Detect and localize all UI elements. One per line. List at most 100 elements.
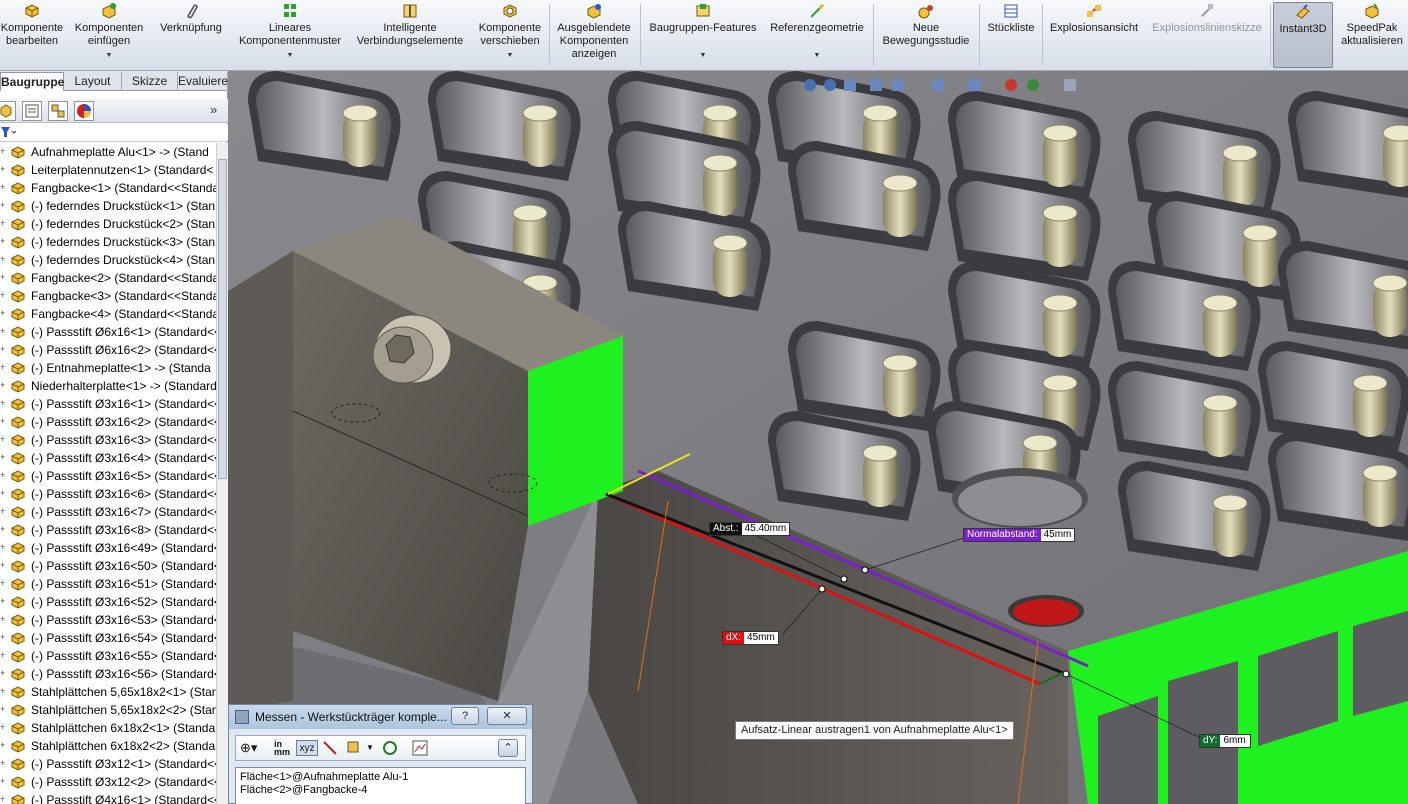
expand-icon[interactable]: + [0, 309, 7, 318]
tree-item[interactable]: + (-) Passstift Ø3x16<7> (Standard<< [0, 503, 216, 521]
tree-item[interactable]: + Stahlplättchen 5,65x18x2<2> (Stan [0, 701, 216, 719]
help-button[interactable]: ? [451, 707, 479, 725]
assembly-features-button[interactable]: Baugruppen-Features ▼ [644, 2, 762, 68]
history-icon[interactable] [382, 740, 398, 756]
tree-scrollbar[interactable] [216, 143, 228, 804]
exploded-view-button[interactable]: Explosionsansicht [1044, 2, 1144, 68]
tree-item[interactable]: + (-) Passstift Ø3x16<6> (Standard<< [0, 485, 216, 503]
expand-icon[interactable]: + [0, 525, 7, 534]
tree-item[interactable]: + Fangbacke<2> (Standard<<Standa [0, 269, 216, 287]
expand-icon[interactable]: + [0, 597, 7, 606]
scene-icon[interactable] [1027, 79, 1039, 91]
move-component-button[interactable]: Komponente verschieben ▼ [474, 2, 546, 68]
expand-icon[interactable]: + [0, 381, 7, 390]
tree-item[interactable]: + Aufnahmeplatte Alu<1> -> (Stand [0, 143, 216, 161]
expand-icon[interactable]: + [0, 669, 7, 678]
tree-filter[interactable] [0, 124, 228, 142]
hide-show-icon[interactable] [968, 79, 980, 91]
tree-item[interactable]: + Leiterplatennutzen<1> (Standard< [0, 161, 216, 179]
expand-icon[interactable]: + [0, 507, 7, 516]
tree-item[interactable]: + (-) Passstift Ø3x16<54> (Standard< [0, 629, 216, 647]
expand-icon[interactable]: + [0, 273, 7, 282]
tree-item[interactable]: + (-) Passstift Ø4x16<1> (Standard<< [0, 791, 216, 804]
expand-icon[interactable]: + [0, 291, 7, 300]
property-manager-tab[interactable] [22, 101, 42, 121]
tab-layout[interactable]: Layout [64, 72, 122, 91]
arc-circle-options-icon[interactable]: ⊕▾ [240, 740, 257, 756]
tab-skizze[interactable]: Skizze [122, 72, 178, 91]
display-manager-tab[interactable] [74, 101, 94, 121]
tree-item[interactable]: + (-) Passstift Ø3x16<8> (Standard<< [0, 521, 216, 539]
tree-item[interactable]: + (-) Passstift Ø3x16<2> (Standard<< [0, 413, 216, 431]
expand-icon[interactable]: + [0, 759, 7, 768]
tree-item[interactable]: + (-) Passstift Ø3x16<53> (Standard< [0, 611, 216, 629]
tree-item[interactable]: + (-) federndes Druckstück<4> (Stan [0, 251, 216, 269]
point-to-point-icon[interactable] [322, 740, 338, 756]
edit-component-button[interactable]: Komponente bearbeiten [0, 2, 64, 68]
sensor-chart-icon[interactable] [412, 740, 428, 756]
previous-view-icon[interactable] [844, 79, 856, 91]
tree-item[interactable]: + (-) Passstift Ø3x16<56> (Standard< [0, 665, 216, 683]
expand-icon[interactable]: + [0, 147, 7, 156]
measure-point[interactable] [818, 585, 826, 593]
tab-baugruppe[interactable]: Baugruppe [0, 72, 64, 91]
expand-icon[interactable]: + [0, 777, 7, 786]
tree-item[interactable]: + (-) Passstift Ø6x16<1> (Standard<< [0, 323, 216, 341]
measure-point[interactable] [1062, 670, 1070, 678]
expand-icon[interactable]: + [0, 219, 7, 228]
view-orientation-icon[interactable] [892, 79, 904, 91]
speedpak-update-button[interactable]: SpeedPak aktualisieren [1336, 2, 1408, 68]
tree-item[interactable]: + (-) federndes Druckstück<1> (Stan [0, 197, 216, 215]
expand-icon[interactable]: + [0, 651, 7, 660]
display-style-icon[interactable] [932, 79, 944, 91]
new-motion-study-button[interactable]: Neue Bewegungsstudie [876, 2, 976, 68]
expand-icon[interactable]: + [0, 705, 7, 714]
expand-icon[interactable]: + [0, 633, 7, 642]
expand-icon[interactable]: + [0, 363, 7, 372]
chevron-down-icon[interactable]: ▼ [700, 49, 707, 62]
expand-icon[interactable]: + [0, 417, 7, 426]
tree-item[interactable]: + (-) Passstift Ø3x16<55> (Standard< [0, 647, 216, 665]
chevron-down-icon[interactable]: ▼ [106, 49, 113, 62]
filter-icon[interactable] [0, 125, 18, 141]
tree-item[interactable]: + Stahlplättchen 6x18x2<1> (Standar [0, 719, 216, 737]
chevron-down-icon[interactable]: ▼ [814, 49, 821, 62]
expand-icon[interactable]: + [0, 345, 7, 354]
units-precision-button[interactable]: in mm [274, 740, 290, 757]
tree-item[interactable]: + Stahlplättchen 6x18x2<2> (Standar [0, 737, 216, 755]
chevron-down-icon[interactable]: ▼ [287, 49, 294, 62]
chevron-down-icon[interactable]: ▼ [366, 740, 374, 756]
tree-item[interactable]: + (-) Passstift Ø3x16<3> (Standard<< [0, 431, 216, 449]
linear-pattern-button[interactable]: Lineares Komponentenmuster ▼ [234, 2, 346, 68]
expand-icon[interactable]: + [0, 687, 7, 696]
scrollbar-thumb[interactable] [218, 159, 227, 479]
view-settings-icon[interactable] [1064, 79, 1076, 91]
tree-item[interactable]: + (-) Passstift Ø3x12<2> (Standard<< [0, 773, 216, 791]
show-hidden-components-button[interactable]: Ausgeblendete Komponenten anzeigen [552, 2, 636, 68]
expand-icon[interactable]: + [0, 183, 7, 192]
smart-fasteners-button[interactable]: Intelligente Verbindungselemente [350, 2, 470, 68]
tree-item[interactable]: + (-) Passstift Ø3x12<1> (Standard<< [0, 755, 216, 773]
expand-icon[interactable]: + [0, 165, 7, 174]
expand-icon[interactable]: + [0, 237, 7, 246]
expand-icon[interactable]: + [0, 471, 7, 480]
expand-icon[interactable]: + [0, 255, 7, 264]
configuration-manager-tab[interactable] [48, 101, 68, 121]
zoom-area-icon[interactable] [824, 79, 836, 91]
expand-more-icon[interactable]: » [210, 102, 217, 117]
tree-item[interactable]: + (-) Passstift Ø6x16<2> (Standard<< [0, 341, 216, 359]
expand-icon[interactable]: + [0, 543, 7, 552]
tree-item[interactable]: + Fangbacke<1> (Standard<<Standa [0, 179, 216, 197]
tree-item[interactable]: + (-) Entnahmeplatte<1> -> (Standa [0, 359, 216, 377]
expand-icon[interactable]: + [0, 399, 7, 408]
measure-point[interactable] [840, 575, 848, 583]
measure-title-bar[interactable]: Messen - Werkstückträger komple... ? ✕ [229, 705, 532, 729]
expand-icon[interactable]: + [0, 615, 7, 624]
expand-icon[interactable]: + [0, 579, 7, 588]
tree-item[interactable]: + (-) Passstift Ø3x16<49> (Standard< [0, 539, 216, 557]
tree-item[interactable]: + Fangbacke<3> (Standard<<Standa [0, 287, 216, 305]
tree-item[interactable]: + (-) Passstift Ø3x16<1> (Standard<< [0, 395, 216, 413]
expand-icon[interactable]: + [0, 489, 7, 498]
expand-icon[interactable]: + [0, 741, 7, 750]
expand-icon[interactable]: + [0, 561, 7, 570]
